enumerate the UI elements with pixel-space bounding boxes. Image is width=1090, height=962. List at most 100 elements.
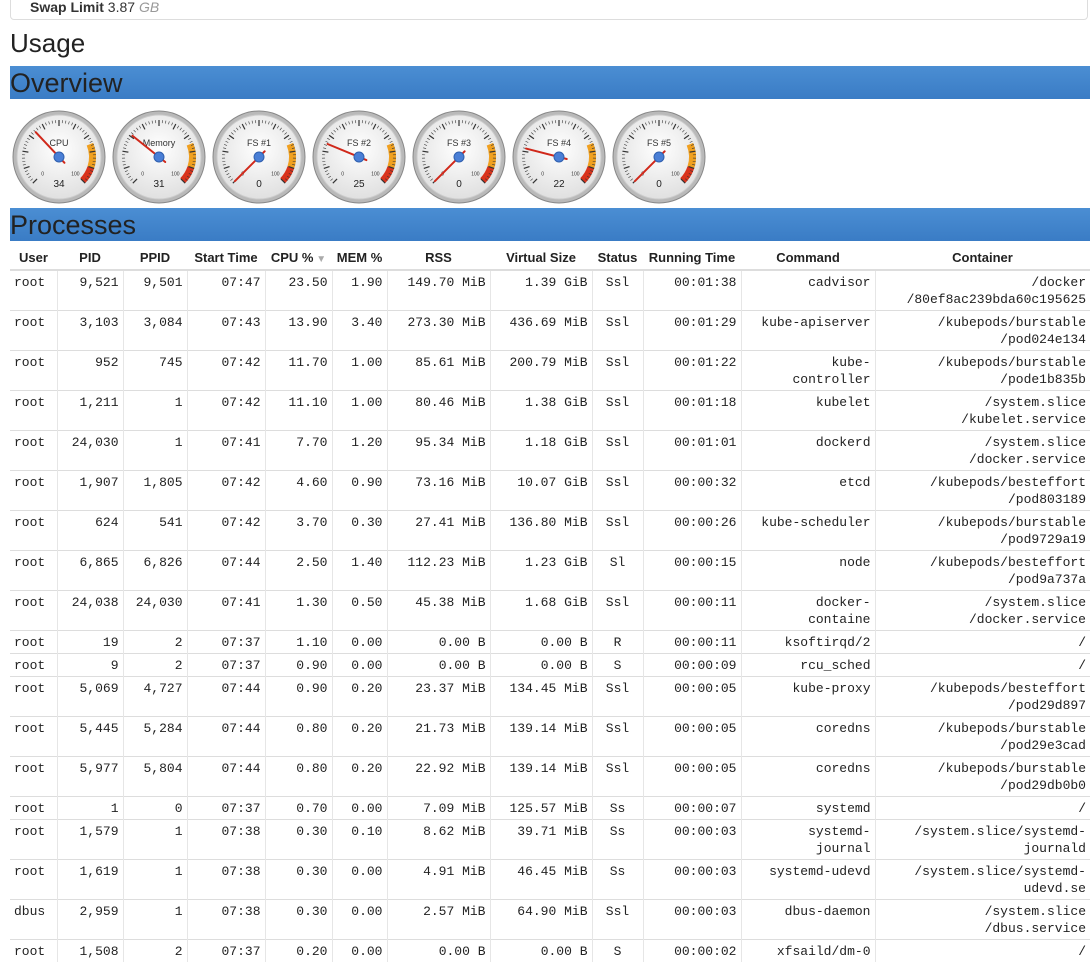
cell-mem: 3.40 [332, 311, 387, 351]
cell-user: root [10, 631, 57, 654]
cell-ppid: 6,826 [123, 551, 187, 591]
cell-status: Ssl [592, 757, 643, 797]
cell-status: S [592, 940, 643, 962]
cell-container[interactable]: /system.slice/kubelet.service [875, 391, 1090, 431]
gauge-fs-4: 0100FS #422 [512, 110, 606, 204]
cell-pid: 24,030 [57, 431, 123, 471]
gauge-fs-3: 0100FS #30 [412, 110, 506, 204]
cell-container[interactable]: / [875, 631, 1090, 654]
swap-value: 3.87 [108, 0, 135, 15]
cell-cpu: 0.70 [265, 797, 332, 820]
cell-user: root [10, 860, 57, 900]
cell-container[interactable]: /kubepods/besteffort/pod9a737a [875, 551, 1090, 591]
cell-container[interactable]: /system.slice/docker.service [875, 591, 1090, 631]
cell-container[interactable]: /kubepods/burstable/pod29e3cad [875, 717, 1090, 757]
cell-cpu: 11.70 [265, 351, 332, 391]
cell-rss: 112.23 MiB [387, 551, 490, 591]
processes-header: Processes [10, 208, 1090, 241]
cell-cpu: 0.30 [265, 900, 332, 940]
table-row: root1,211107:4211.101.0080.46 MiB1.38 Gi… [10, 391, 1090, 431]
cell-running-time: 00:00:07 [643, 797, 741, 820]
column-header-rss[interactable]: RSS [387, 245, 490, 270]
cell-start-time: 07:42 [187, 511, 265, 551]
cell-running-time: 00:00:05 [643, 717, 741, 757]
cell-container[interactable]: /kubepods/besteffort/pod29d897 [875, 677, 1090, 717]
cell-container[interactable]: /kubepods/burstable/pod024e134 [875, 311, 1090, 351]
table-row: root3,1033,08407:4313.903.40273.30 MiB43… [10, 311, 1090, 351]
cell-command: dbus-daemon [741, 900, 875, 940]
cell-virtual-size: 0.00 B [490, 631, 592, 654]
column-header-running-time[interactable]: Running Time [643, 245, 741, 270]
column-header-ppid[interactable]: PPID [123, 245, 187, 270]
gauge-fs-5: 0100FS #50 [612, 110, 706, 204]
gauge-value: 25 [353, 179, 365, 190]
cell-pid: 5,069 [57, 677, 123, 717]
table-row: root5,0694,72707:440.900.2023.37 MiB134.… [10, 677, 1090, 717]
gauge-fs-1: 0100FS #10 [212, 110, 306, 204]
cell-container[interactable]: /system.slice/systemd-journald [875, 820, 1090, 860]
cell-rss: 0.00 B [387, 631, 490, 654]
cell-container[interactable]: / [875, 940, 1090, 962]
column-header-command[interactable]: Command [741, 245, 875, 270]
gauge-label: Memory [143, 138, 176, 148]
cell-rss: 73.16 MiB [387, 471, 490, 511]
cell-container[interactable]: /kubepods/burstable/pode1b835b [875, 351, 1090, 391]
cell-container[interactable]: / [875, 797, 1090, 820]
cell-rss: 0.00 B [387, 654, 490, 677]
cell-pid: 5,977 [57, 757, 123, 797]
swap-card: Swap Limit 3.87 GB [10, 0, 1088, 20]
cell-cpu: 4.60 [265, 471, 332, 511]
cell-command: xfsaild/dm-0 [741, 940, 875, 962]
cell-container[interactable]: /kubepods/besteffort/pod803189 [875, 471, 1090, 511]
cell-virtual-size: 125.57 MiB [490, 797, 592, 820]
cell-pid: 6,865 [57, 551, 123, 591]
cell-status: Ssl [592, 270, 643, 311]
column-header-start-time[interactable]: Start Time [187, 245, 265, 270]
cell-command: kube-controller [741, 351, 875, 391]
cell-virtual-size: 200.79 MiB [490, 351, 592, 391]
cell-mem: 1.90 [332, 270, 387, 311]
cell-container[interactable]: /system.slice/dbus.service [875, 900, 1090, 940]
cell-ppid: 1 [123, 900, 187, 940]
gauge-value: 31 [153, 179, 165, 190]
cell-cpu: 1.10 [265, 631, 332, 654]
cell-status: Ssl [592, 471, 643, 511]
cell-running-time: 00:01:22 [643, 351, 741, 391]
cell-rss: 273.30 MiB [387, 311, 490, 351]
cell-status: Ssl [592, 677, 643, 717]
cell-ppid: 1 [123, 820, 187, 860]
cell-start-time: 07:38 [187, 900, 265, 940]
cell-running-time: 00:00:03 [643, 900, 741, 940]
cell-user: root [10, 270, 57, 311]
cell-container[interactable]: / [875, 654, 1090, 677]
cell-pid: 1,907 [57, 471, 123, 511]
column-header-mem[interactable]: MEM % [332, 245, 387, 270]
cell-user: root [10, 797, 57, 820]
column-header-status[interactable]: Status [592, 245, 643, 270]
cell-container[interactable]: /kubepods/burstable/pod9729a19 [875, 511, 1090, 551]
cell-user: root [10, 677, 57, 717]
cell-container[interactable]: /kubepods/burstable/pod29db0b0 [875, 757, 1090, 797]
cell-start-time: 07:41 [187, 431, 265, 471]
cell-cpu: 0.20 [265, 940, 332, 962]
cell-start-time: 07:44 [187, 677, 265, 717]
column-header-virtual-size[interactable]: Virtual Size [490, 245, 592, 270]
cell-status: Ss [592, 860, 643, 900]
cell-container[interactable]: /system.slice/docker.service [875, 431, 1090, 471]
cell-status: Ss [592, 820, 643, 860]
cell-virtual-size: 64.90 MiB [490, 900, 592, 940]
table-row: root1,508207:370.200.000.00 B0.00 BS00:0… [10, 940, 1090, 962]
column-header-container[interactable]: Container [875, 245, 1090, 270]
column-header-cpu[interactable]: CPU % ▼ [265, 245, 332, 270]
cell-container[interactable]: /docker/80ef8ac239bda60c195625 [875, 270, 1090, 311]
cell-mem: 1.00 [332, 391, 387, 431]
column-header-user[interactable]: User [10, 245, 57, 270]
cell-running-time: 00:01:29 [643, 311, 741, 351]
column-header-pid[interactable]: PID [57, 245, 123, 270]
cell-rss: 85.61 MiB [387, 351, 490, 391]
cell-start-time: 07:42 [187, 391, 265, 431]
cell-virtual-size: 1.38 GiB [490, 391, 592, 431]
cell-container[interactable]: /system.slice/systemd-udevd.se [875, 860, 1090, 900]
cell-mem: 0.00 [332, 860, 387, 900]
cell-user: root [10, 431, 57, 471]
